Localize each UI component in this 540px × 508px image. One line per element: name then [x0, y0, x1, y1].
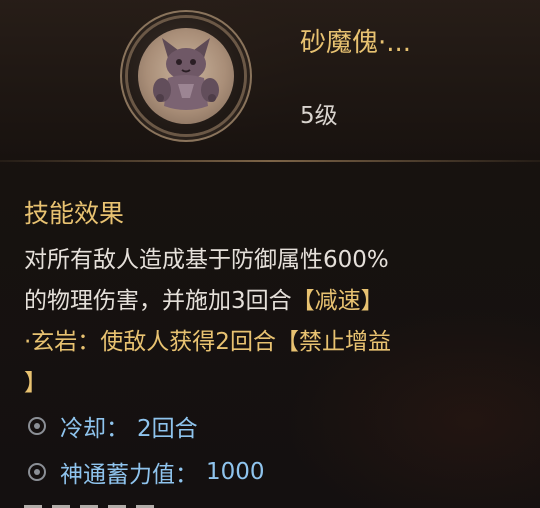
- no-buff-keyword: 【禁止增益: [275, 329, 391, 355]
- effect-line: 】: [24, 370, 47, 396]
- effect-line: 对所有敌人造成基于防御属性600%: [24, 247, 389, 273]
- charge-value: 1000: [206, 459, 265, 485]
- skill-name: 砂魔傀·...: [300, 28, 412, 58]
- skill-level: 5级: [300, 103, 338, 129]
- skill-tooltip-panel: 砂魔傀·... 5级 技能效果 对所有敌人造成基于防御属性600% 的物理伤害，…: [0, 0, 540, 508]
- tooltip-header: [0, 0, 540, 160]
- swirl-bullet-icon: [28, 463, 46, 481]
- cooldown-value: 2回合: [137, 416, 198, 442]
- effect-text: 的物理伤害，并施加3回合: [24, 288, 292, 314]
- xuanyan-effect-text: ·玄岩：使敌人获得2回合: [24, 329, 276, 355]
- swirl-bullet-icon: [28, 417, 46, 435]
- charge-value-label: 神通蓄力值：: [60, 462, 198, 488]
- cooldown-label: 冷却：: [60, 416, 129, 442]
- cooldown-row: 冷却： 2回合: [28, 408, 198, 444]
- slow-debuff-keyword: 【减速】: [291, 288, 384, 314]
- charge-value-row: 神通蓄力值： 1000: [28, 454, 265, 490]
- effect-line: 的物理伤害，并施加3回合【减速】: [24, 281, 534, 322]
- effect-description: 对所有敌人造成基于防御属性600% 的物理伤害，并施加3回合【减速】 ·玄岩：使…: [24, 240, 534, 404]
- stone-golem-icon: [138, 28, 234, 124]
- effect-section-title: 技能效果: [24, 199, 125, 228]
- header-divider: [0, 160, 540, 162]
- clipped-text-fragment: [24, 496, 184, 508]
- effect-line: ·玄岩：使敌人获得2回合【禁止增益: [24, 322, 534, 363]
